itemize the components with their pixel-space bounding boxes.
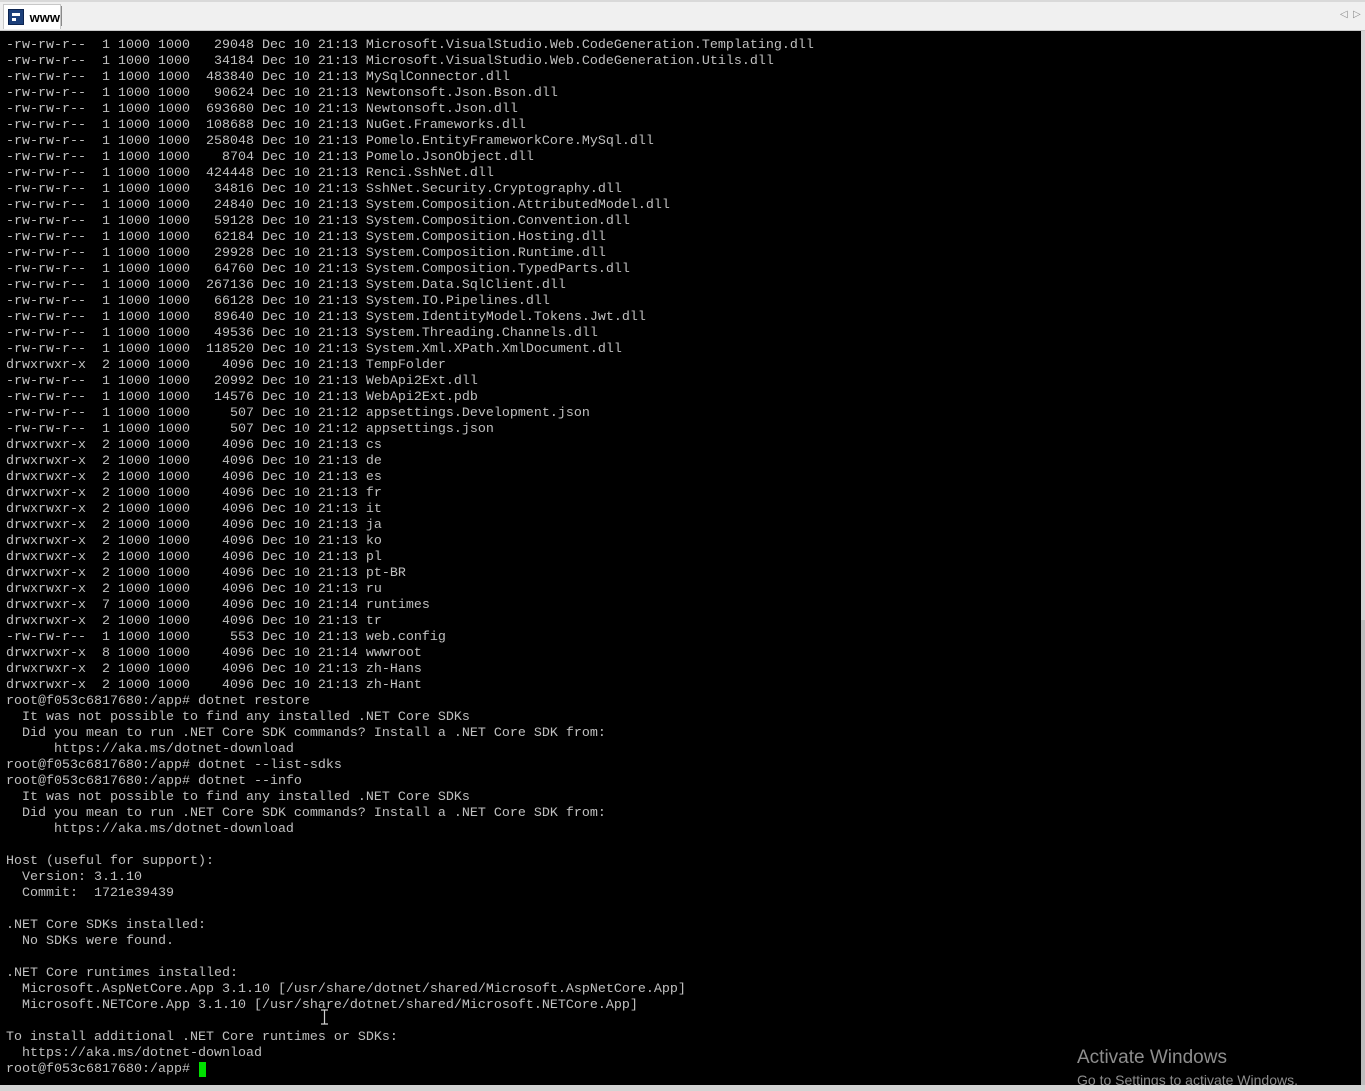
terminal-line: Did you mean to run .NET Core SDK comman… [6, 726, 606, 741]
terminal-line: drwxrwxr-x 8 1000 1000 4096 Dec 10 21:14… [6, 646, 422, 661]
terminal-output: -rw-rw-r-- 1 1000 1000 29048 Dec 10 21:1… [6, 38, 814, 1062]
terminal-line: .NET Core runtimes installed: [6, 966, 238, 981]
terminal-line: -rw-rw-r-- 1 1000 1000 14576 Dec 10 21:1… [6, 390, 478, 405]
terminal-line: -rw-rw-r-- 1 1000 1000 59128 Dec 10 21:1… [6, 214, 630, 229]
terminal-prompt-line[interactable]: root@f053c6817680:/app# [6, 1062, 206, 1078]
tab-divider [61, 6, 62, 26]
terminal-line: drwxrwxr-x 2 1000 1000 4096 Dec 10 21:13… [6, 358, 446, 373]
tab-bar: www ◁ ▷ [0, 0, 1365, 31]
tab-bar-top-line [0, 0, 1365, 2]
terminal-line: drwxrwxr-x 2 1000 1000 4096 Dec 10 21:13… [6, 454, 382, 469]
terminal-line: root@f053c6817680:/app# dotnet restore [6, 694, 310, 709]
terminal-line: .NET Core SDKs installed: [6, 918, 206, 933]
terminal-line: -rw-rw-r-- 1 1000 1000 66128 Dec 10 21:1… [6, 294, 550, 309]
terminal-line: -rw-rw-r-- 1 1000 1000 108688 Dec 10 21:… [6, 118, 526, 133]
terminal-line: Commit: 1721e39439 [6, 886, 174, 901]
terminal-line: -rw-rw-r-- 1 1000 1000 89640 Dec 10 21:1… [6, 310, 646, 325]
terminal-line: -rw-rw-r-- 1 1000 1000 424448 Dec 10 21:… [6, 166, 494, 181]
activate-windows-watermark: Activate Windows Go to Settings to activ… [1077, 1046, 1298, 1085]
terminal-line: root@f053c6817680:/app# dotnet --list-sd… [6, 758, 342, 773]
terminal-line: It was not possible to find any installe… [6, 790, 470, 805]
terminal-line: Microsoft.AspNetCore.App 3.1.10 [/usr/sh… [6, 982, 686, 997]
terminal-line: Microsoft.NETCore.App 3.1.10 [/usr/share… [6, 998, 638, 1013]
terminal-line: https://aka.ms/dotnet-download [6, 742, 294, 757]
terminal-line: -rw-rw-r-- 1 1000 1000 49536 Dec 10 21:1… [6, 326, 598, 341]
terminal-line: -rw-rw-r-- 1 1000 1000 34816 Dec 10 21:1… [6, 182, 622, 197]
terminal-line: drwxrwxr-x 2 1000 1000 4096 Dec 10 21:13… [6, 502, 382, 517]
terminal-line: drwxrwxr-x 2 1000 1000 4096 Dec 10 21:13… [6, 582, 382, 597]
terminal-line: -rw-rw-r-- 1 1000 1000 20992 Dec 10 21:1… [6, 374, 478, 389]
scroll-tabs-right-icon[interactable]: ▷ [1353, 9, 1361, 21]
terminal-line: drwxrwxr-x 2 1000 1000 4096 Dec 10 21:13… [6, 470, 382, 485]
terminal-line: drwxrwxr-x 2 1000 1000 4096 Dec 10 21:13… [6, 614, 382, 629]
terminal-line: drwxrwxr-x 2 1000 1000 4096 Dec 10 21:13… [6, 486, 382, 501]
terminal-line: -rw-rw-r-- 1 1000 1000 24840 Dec 10 21:1… [6, 198, 670, 213]
terminal-line: -rw-rw-r-- 1 1000 1000 258048 Dec 10 21:… [6, 134, 654, 149]
terminal-line: -rw-rw-r-- 1 1000 1000 29048 Dec 10 21:1… [6, 38, 814, 53]
terminal-line: -rw-rw-r-- 1 1000 1000 118520 Dec 10 21:… [6, 342, 622, 357]
terminal-cursor [198, 1062, 206, 1077]
terminal-line: To install additional .NET Core runtimes… [6, 1030, 398, 1045]
terminal-line: drwxrwxr-x 2 1000 1000 4096 Dec 10 21:13… [6, 678, 422, 693]
watermark-subtitle: Go to Settings to activate Windows. [1077, 1072, 1298, 1085]
text-cursor-icon [321, 1009, 328, 1025]
terminal-line: drwxrwxr-x 2 1000 1000 4096 Dec 10 21:13… [6, 566, 406, 581]
terminal-line: -rw-rw-r-- 1 1000 1000 8704 Dec 10 21:13… [6, 150, 534, 165]
terminal-line: -rw-rw-r-- 1 1000 1000 64760 Dec 10 21:1… [6, 262, 630, 277]
terminal-line: Version: 3.1.10 [6, 870, 142, 885]
terminal-line: -rw-rw-r-- 1 1000 1000 29928 Dec 10 21:1… [6, 246, 606, 261]
terminal-line: -rw-rw-r-- 1 1000 1000 267136 Dec 10 21:… [6, 278, 566, 293]
terminal-line: -rw-rw-r-- 1 1000 1000 62184 Dec 10 21:1… [6, 230, 606, 245]
terminal-line: -rw-rw-r-- 1 1000 1000 507 Dec 10 21:12 … [6, 422, 494, 437]
window-bottom-border [0, 1085, 1365, 1091]
terminal-line: -rw-rw-r-- 1 1000 1000 693680 Dec 10 21:… [6, 102, 518, 117]
terminal-line: drwxrwxr-x 2 1000 1000 4096 Dec 10 21:13… [6, 518, 382, 533]
terminal-line: No SDKs were found. [6, 934, 174, 949]
terminal-line: -rw-rw-r-- 1 1000 1000 507 Dec 10 21:12 … [6, 406, 590, 421]
watermark-title: Activate Windows [1077, 1047, 1227, 1068]
terminal-line: -rw-rw-r-- 1 1000 1000 90624 Dec 10 21:1… [6, 86, 558, 101]
terminal-line: https://aka.ms/dotnet-download [6, 822, 294, 837]
terminal-line: drwxrwxr-x 2 1000 1000 4096 Dec 10 21:13… [6, 550, 382, 565]
terminal-line: Host (useful for support): [6, 854, 214, 869]
scroll-tabs-left-icon[interactable]: ◁ [1340, 9, 1348, 21]
terminal-line: drwxrwxr-x 2 1000 1000 4096 Dec 10 21:13… [6, 438, 382, 453]
terminal-line: -rw-rw-r-- 1 1000 1000 483840 Dec 10 21:… [6, 70, 510, 85]
terminal-line: -rw-rw-r-- 1 1000 1000 34184 Dec 10 21:1… [6, 54, 774, 69]
terminal-line: root@f053c6817680:/app# dotnet --info [6, 774, 302, 789]
terminal-line: It was not possible to find any installe… [6, 710, 470, 725]
putty-terminal-icon [8, 9, 24, 25]
terminal-line: drwxrwxr-x 2 1000 1000 4096 Dec 10 21:13… [6, 662, 422, 677]
terminal-prompt: root@f053c6817680:/app# [6, 1062, 198, 1077]
terminal-line: https://aka.ms/dotnet-download [6, 1046, 262, 1061]
tab-www[interactable]: www [3, 4, 61, 29]
terminal-window[interactable]: -rw-rw-r-- 1 1000 1000 29048 Dec 10 21:1… [0, 31, 1361, 1085]
scrollbar-thumb[interactable] [1361, 620, 1365, 1086]
terminal-line: drwxrwxr-x 7 1000 1000 4096 Dec 10 21:14… [6, 598, 430, 613]
terminal-line: -rw-rw-r-- 1 1000 1000 553 Dec 10 21:13 … [6, 630, 446, 645]
terminal-line: drwxrwxr-x 2 1000 1000 4096 Dec 10 21:13… [6, 534, 382, 549]
terminal-line: Did you mean to run .NET Core SDK comman… [6, 806, 606, 821]
tab-label: www [29, 9, 60, 25]
